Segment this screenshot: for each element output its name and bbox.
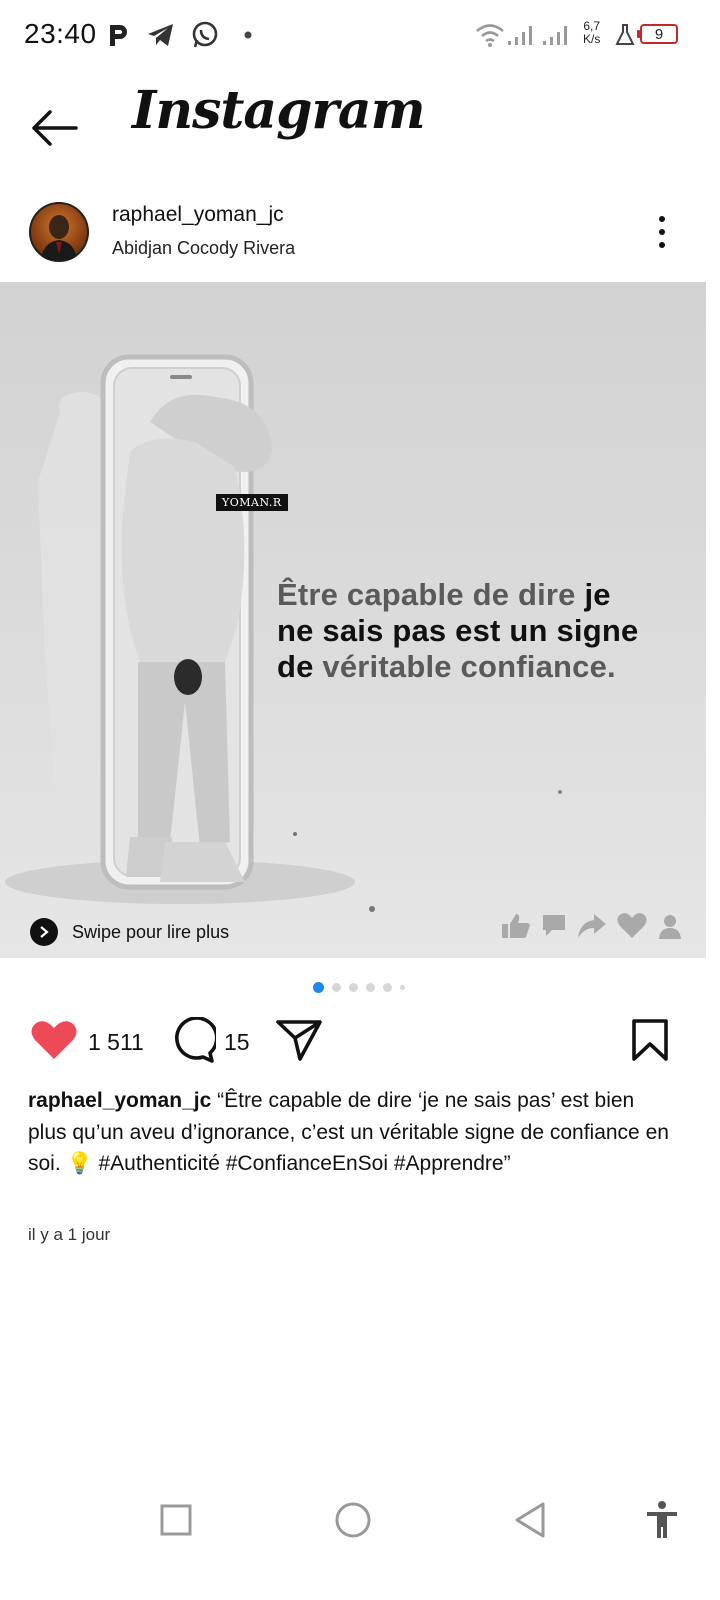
comment-icon — [170, 1015, 219, 1068]
accessibility-button[interactable] — [642, 1500, 682, 1540]
back-arrow-icon[interactable] — [30, 108, 80, 148]
battery-level: 9 — [654, 25, 664, 43]
bookmark-icon — [630, 1018, 670, 1067]
user-icon — [656, 912, 684, 945]
recents-button[interactable] — [156, 1500, 196, 1540]
image-social-icons — [500, 912, 684, 945]
post-time: il y a 1 jour — [28, 1225, 111, 1244]
chat-bubble-icon — [540, 912, 568, 945]
send-icon — [275, 1018, 323, 1067]
chevron-right-icon — [30, 918, 58, 946]
quote-part: je — [584, 577, 611, 612]
quote-part: de — [277, 649, 323, 684]
network-speed: 6,7 K/s — [583, 20, 600, 46]
speed-unit: K/s — [583, 32, 601, 46]
save-button[interactable] — [630, 1018, 670, 1066]
wifi-icon — [475, 18, 505, 52]
heart-icon — [616, 912, 648, 945]
thumbs-up-icon — [500, 912, 532, 945]
swipe-label: Swipe pour lire plus — [72, 921, 230, 942]
carousel-dot — [366, 983, 375, 992]
quote-part: ne sais pas est un signe — [277, 613, 639, 648]
post-location[interactable]: Abidjan Cocody Rivera — [112, 238, 295, 259]
whatsapp-icon — [190, 18, 220, 52]
app-logo: Instagram — [132, 80, 426, 141]
post-username[interactable]: raphael_yoman_jc — [112, 203, 284, 227]
heart-filled-icon — [30, 1019, 78, 1066]
avatar[interactable] — [29, 202, 89, 262]
dot-icon — [243, 18, 253, 52]
home-button[interactable] — [333, 1500, 373, 1540]
carousel-dot — [332, 983, 341, 992]
comment-button[interactable]: 15 — [170, 1015, 250, 1068]
carousel-indicator — [313, 982, 405, 993]
post-image[interactable]: YOMAN.R Être capable de dire je ne sais … — [0, 282, 706, 958]
watermark: YOMAN.R — [216, 494, 288, 511]
share-arrow-icon — [576, 912, 608, 945]
post-caption: raphael_yoman_jc “Être capable de dire ‘… — [28, 1085, 678, 1180]
swipe-hint: Swipe pour lire plus — [30, 918, 229, 946]
image-quote: Être capable de dire je ne sais pas est … — [277, 577, 697, 685]
signal-icon — [541, 18, 573, 52]
p-icon — [106, 18, 130, 52]
back-button[interactable] — [510, 1500, 550, 1540]
flask-icon — [614, 18, 636, 52]
more-options-icon[interactable] — [650, 212, 674, 252]
share-button[interactable] — [275, 1018, 323, 1066]
quote-part: Être capable de dire — [277, 577, 585, 612]
comment-count: 15 — [224, 1028, 250, 1055]
status-time: 23:40 — [24, 18, 97, 49]
carousel-dot — [313, 982, 324, 993]
carousel-dot — [383, 983, 392, 992]
signal-icon — [506, 18, 538, 52]
quote-part: véritable confiance. — [322, 649, 616, 684]
carousel-dot — [400, 985, 405, 990]
carousel-dot — [349, 983, 358, 992]
caption-username[interactable]: raphael_yoman_jc — [28, 1089, 211, 1112]
like-count: 1 511 — [88, 1028, 144, 1055]
like-button[interactable]: 1 511 — [30, 1018, 144, 1066]
telegram-icon — [146, 18, 176, 52]
battery-icon: 9 — [640, 24, 678, 44]
